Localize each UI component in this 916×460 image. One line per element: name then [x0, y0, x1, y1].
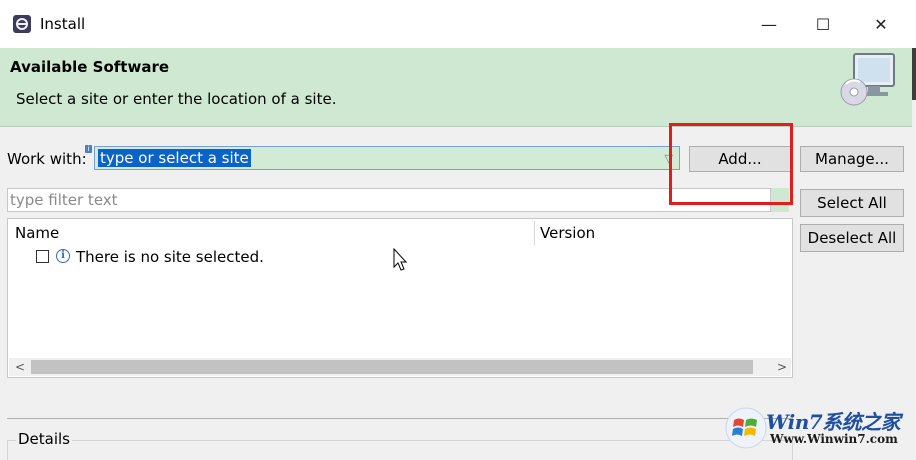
close-button[interactable]: ✕ — [852, 0, 910, 48]
column-separator[interactable] — [534, 221, 535, 245]
details-group — [7, 440, 793, 460]
filter-box[interactable] — [7, 188, 771, 212]
window-title: Install — [40, 15, 86, 33]
horizontal-scrollbar[interactable]: < > — [9, 358, 791, 376]
deselect-all-button[interactable]: Deselect All — [800, 224, 904, 252]
software-tree[interactable]: Name Version i There is no site selected… — [7, 218, 793, 378]
details-label: Details — [16, 430, 73, 448]
watermark-url: Www.Winwin7.com — [770, 432, 898, 446]
watermark: Win7系统之家 Www.Winwin7.com — [706, 396, 916, 454]
manage-button[interactable]: Manage... — [800, 146, 904, 172]
cd-monitor-icon — [840, 53, 895, 106]
divider — [7, 418, 793, 419]
filter-input[interactable] — [10, 191, 750, 209]
row-checkbox[interactable] — [36, 250, 49, 263]
mouse-cursor-icon — [393, 248, 408, 271]
maximize-button[interactable]: ☐ — [794, 0, 852, 48]
close-icon: ✕ — [874, 14, 888, 34]
select-all-button[interactable]: Select All — [800, 189, 904, 217]
column-header-name[interactable]: Name — [15, 224, 59, 242]
scroll-right-icon[interactable]: > — [773, 359, 791, 375]
page-description: Select a site or enter the location of a… — [16, 90, 337, 108]
scroll-left-icon[interactable]: < — [11, 359, 29, 375]
minimize-icon: — — [761, 14, 777, 34]
work-with-value[interactable]: type or select a site — [98, 149, 251, 167]
windows-logo-icon — [725, 407, 767, 449]
title-bar: Install — ☐ ✕ — [0, 0, 916, 48]
info-icon: i — [56, 249, 70, 263]
tree-row-message: There is no site selected. — [76, 248, 264, 266]
work-with-label: Work with: — [7, 150, 87, 168]
annotation-highlight-box — [669, 123, 793, 205]
watermark-brand: Win7系统之家 — [766, 410, 901, 434]
eclipse-app-icon — [13, 15, 31, 33]
window-edge — [912, 48, 916, 100]
work-with-combo[interactable]: type or select a site ▽ — [94, 146, 680, 170]
column-header-version[interactable]: Version — [540, 224, 595, 242]
wizard-banner: Available Software Select a site or ente… — [0, 48, 912, 127]
maximize-icon: ☐ — [815, 14, 831, 34]
minimize-button[interactable]: — — [740, 0, 798, 48]
content-assist-icon: i — [85, 145, 92, 153]
page-title: Available Software — [10, 58, 170, 76]
scrollbar-thumb[interactable] — [31, 360, 753, 374]
